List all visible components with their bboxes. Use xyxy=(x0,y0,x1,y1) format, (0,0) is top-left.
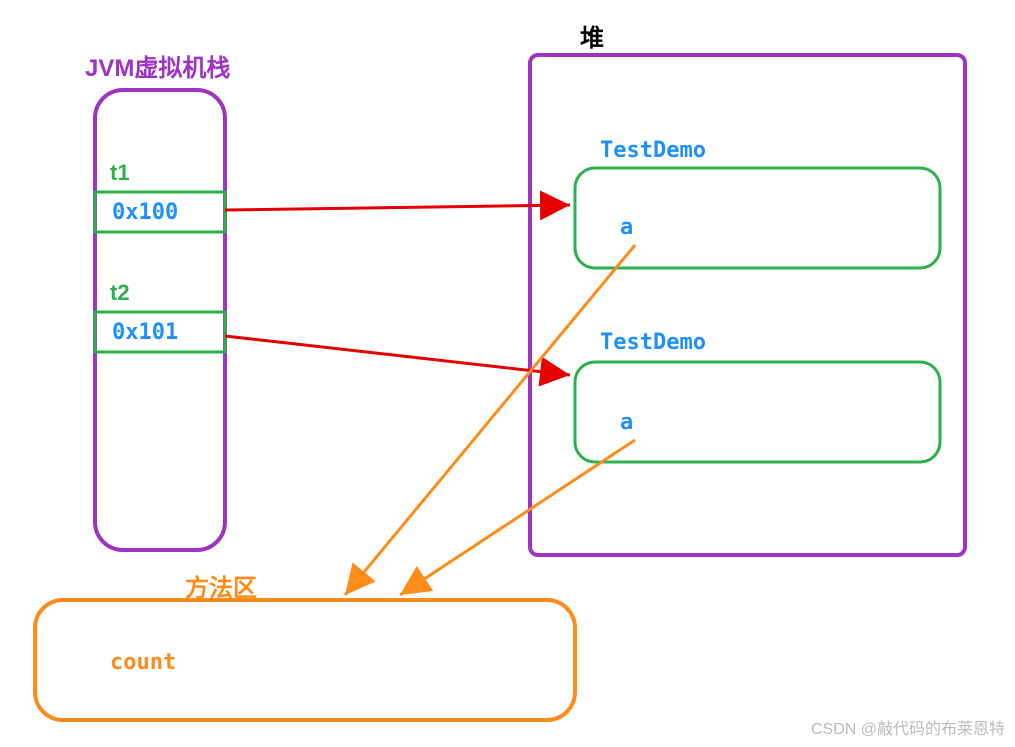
t2-label: t2 xyxy=(110,280,130,306)
stack-title: JVM虚拟机栈 xyxy=(85,48,230,83)
heap-title: 堆 xyxy=(580,18,604,53)
heap-obj2-field: a xyxy=(620,410,633,435)
heap-box xyxy=(530,55,965,555)
t2-value: 0x101 xyxy=(112,320,178,345)
t1-label: t1 xyxy=(110,160,130,186)
arrow-obj1-count xyxy=(345,245,635,595)
arrow-t2-obj2 xyxy=(225,336,570,375)
arrow-obj2-count xyxy=(400,440,635,595)
arrow-t1-obj1 xyxy=(225,205,570,210)
method-area-title: 方法区 xyxy=(185,568,257,603)
heap-obj2-class: TestDemo xyxy=(600,330,706,355)
method-area-field: count xyxy=(110,650,176,675)
t1-value: 0x100 xyxy=(112,200,178,225)
heap-obj1-field: a xyxy=(620,215,633,240)
watermark: CSDN @敲代码的布莱恩特 xyxy=(811,715,1005,739)
heap-obj1-class: TestDemo xyxy=(600,138,706,163)
diagram-svg xyxy=(0,0,1015,747)
